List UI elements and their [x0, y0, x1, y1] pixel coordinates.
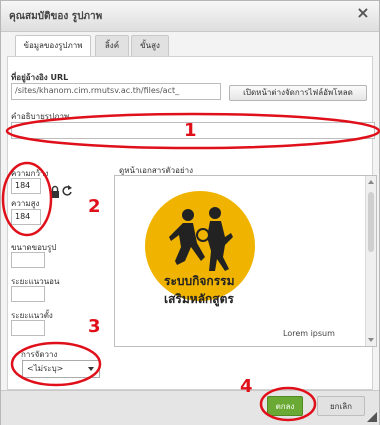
annotation-number-2: 2 [88, 196, 101, 217]
annotation-number-3: 3 [88, 316, 101, 337]
annotation-number-1: 1 [184, 120, 197, 141]
annotation-number-4: 4 [240, 376, 253, 397]
annotation-overlay [1, 112, 380, 422]
